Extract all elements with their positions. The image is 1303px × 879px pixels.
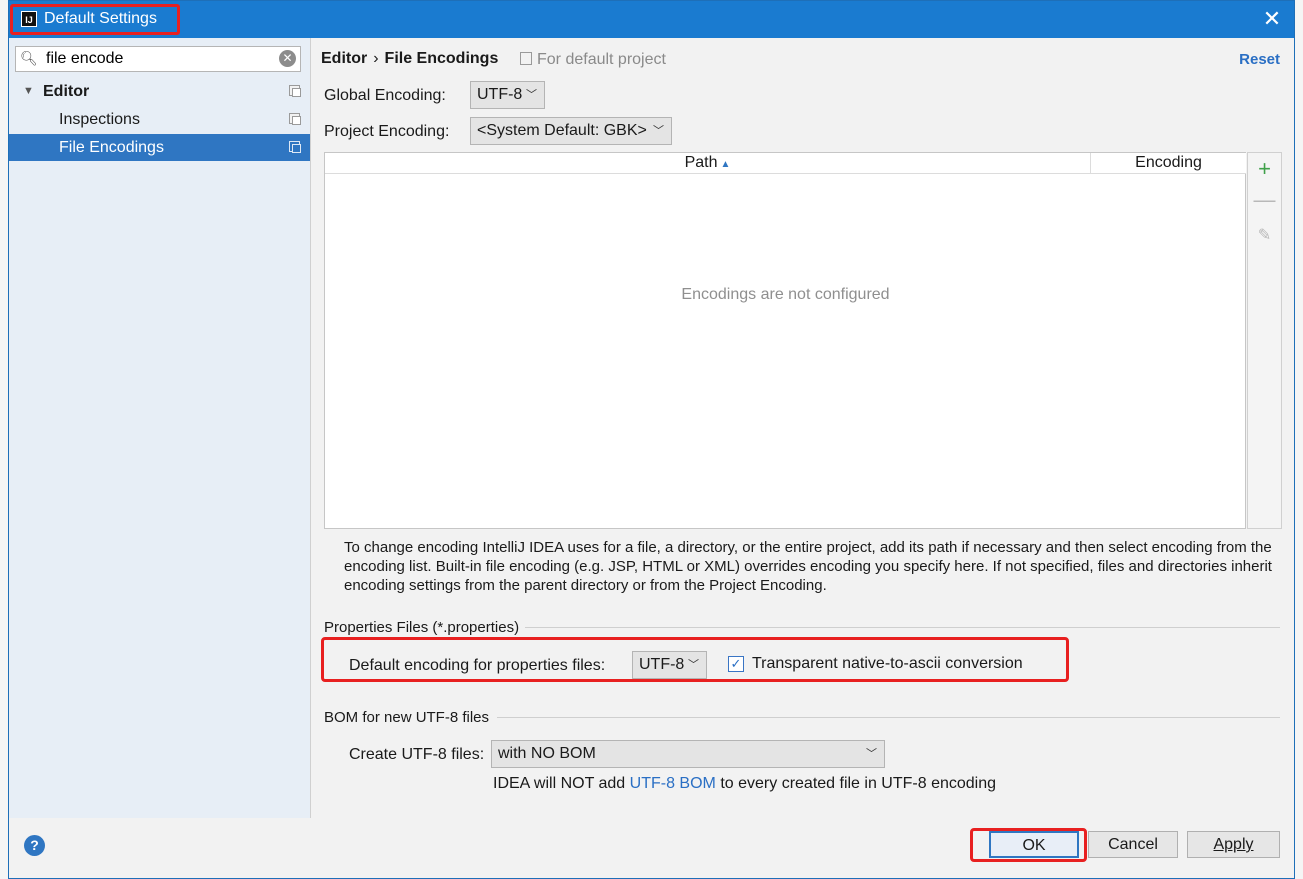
project-level-icon xyxy=(289,113,301,125)
settings-search-input[interactable] xyxy=(46,49,266,69)
remove-icon[interactable]: — xyxy=(1248,187,1281,213)
breadcrumb-current: File Encodings xyxy=(384,50,499,67)
reset-link[interactable]: Reset xyxy=(1239,51,1280,68)
add-icon[interactable]: + xyxy=(1248,156,1281,182)
empty-table-message: Encodings are not configured xyxy=(681,286,890,303)
apply-button[interactable]: Apply xyxy=(1187,831,1280,858)
background-window-edge-right xyxy=(1294,0,1303,879)
properties-group-title: Properties Files (*.properties) xyxy=(324,619,520,636)
encoding-help-text: To change encoding IntelliJ IDEA uses fo… xyxy=(344,539,1272,594)
tree-item-label: Inspections xyxy=(59,111,140,128)
bom-note-suffix: to every created file in UTF-8 encoding xyxy=(720,775,997,792)
bom-note-prefix: IDEA will NOT add xyxy=(493,775,626,792)
global-encoding-dropdown[interactable]: UTF-8 ﹀ xyxy=(470,81,545,109)
dialog-footer: ? OK Cancel Apply xyxy=(9,818,1294,878)
encodings-table[interactable]: Path ▲ Encoding Encodings are not configu… xyxy=(324,152,1246,529)
search-icon[interactable]: 🔍︎ xyxy=(20,50,38,67)
breadcrumb: Editor › File Encodings xyxy=(321,50,498,68)
clear-search-icon[interactable]: ✕ xyxy=(279,50,296,67)
tree-item-inspections[interactable]: Inspections xyxy=(9,106,310,133)
tree-item-label: File Encodings xyxy=(59,139,164,156)
project-level-icon xyxy=(289,141,301,153)
create-utf8-dropdown[interactable]: with NO BOM ﹀ xyxy=(491,740,885,768)
create-utf8-value: with NO BOM xyxy=(498,745,596,762)
edit-pencil-icon[interactable]: ✎ xyxy=(1248,225,1281,245)
project-level-icon xyxy=(289,85,301,97)
chevron-down-icon: ﹀ xyxy=(653,125,664,137)
breadcrumb-parent: Editor xyxy=(321,50,368,67)
bom-group-title: BOM for new UTF-8 files xyxy=(324,709,490,726)
global-encoding-value: UTF-8 xyxy=(477,86,523,103)
group-divider xyxy=(525,627,1280,628)
tree-item-file-encodings[interactable]: File Encodings xyxy=(9,134,310,161)
native-to-ascii-checkbox[interactable]: ✓ xyxy=(728,656,744,672)
properties-encoding-value: UTF-8 xyxy=(639,656,685,673)
breadcrumb-separator: › xyxy=(373,50,379,67)
chevron-down-icon: ﹀ xyxy=(526,89,537,101)
scope-note: For default project xyxy=(520,51,666,69)
create-utf8-label: Create UTF-8 files: xyxy=(349,746,485,763)
close-icon[interactable]: ✕ xyxy=(1260,7,1284,31)
chevron-down-icon: ﹀ xyxy=(688,659,699,671)
project-encoding-value: <System Default: GBK> xyxy=(477,122,647,139)
sort-ascending-icon: ▲ xyxy=(720,159,731,170)
group-divider xyxy=(497,717,1280,718)
settings-content: Editor › File Encodings For default projec… xyxy=(311,38,1292,818)
global-encoding-label: Global Encoding: xyxy=(324,87,446,104)
help-icon[interactable]: ? xyxy=(24,835,45,856)
project-scope-icon xyxy=(520,52,532,65)
column-header-path[interactable]: Path ▲ xyxy=(325,153,1091,174)
properties-encoding-dropdown[interactable]: UTF-8 ﹀ xyxy=(632,651,707,679)
title-bar: IJ Default Settings ✕ xyxy=(9,1,1294,38)
ok-highlight-box xyxy=(970,828,1087,862)
native-to-ascii-label[interactable]: Transparent native-to-ascii conversion xyxy=(752,655,1023,673)
column-header-encoding[interactable]: Encoding xyxy=(1091,153,1246,174)
tree-item-label: Editor xyxy=(43,83,90,100)
title-highlight-box xyxy=(10,4,180,35)
tree-item-editor[interactable]: ▼ Editor xyxy=(9,78,310,105)
settings-search-box[interactable]: 🔍︎ ✕ xyxy=(15,46,301,72)
scope-note-text: For default project xyxy=(537,51,666,68)
chevron-down-icon[interactable]: ▼ xyxy=(23,78,34,105)
project-encoding-dropdown[interactable]: <System Default: GBK> ﹀ xyxy=(470,117,672,145)
bom-note: IDEA will NOT add UTF-8 BOM to every cre… xyxy=(493,775,996,793)
utf8-bom-link[interactable]: UTF-8 BOM xyxy=(630,775,716,792)
chevron-down-icon: ﹀ xyxy=(866,748,877,760)
table-toolbar: + — ✎ xyxy=(1247,152,1282,529)
cancel-button[interactable]: Cancel xyxy=(1088,831,1178,858)
default-properties-encoding-label: Default encoding for properties files: xyxy=(349,657,606,674)
settings-sidebar: 🔍︎ ✕ ▼ Editor Inspections File Encodings xyxy=(9,38,311,818)
settings-dialog: IJ Default Settings ✕ 🔍︎ ✕ ▼ Editor Insp… xyxy=(8,0,1295,879)
project-encoding-label: Project Encoding: xyxy=(324,123,450,140)
